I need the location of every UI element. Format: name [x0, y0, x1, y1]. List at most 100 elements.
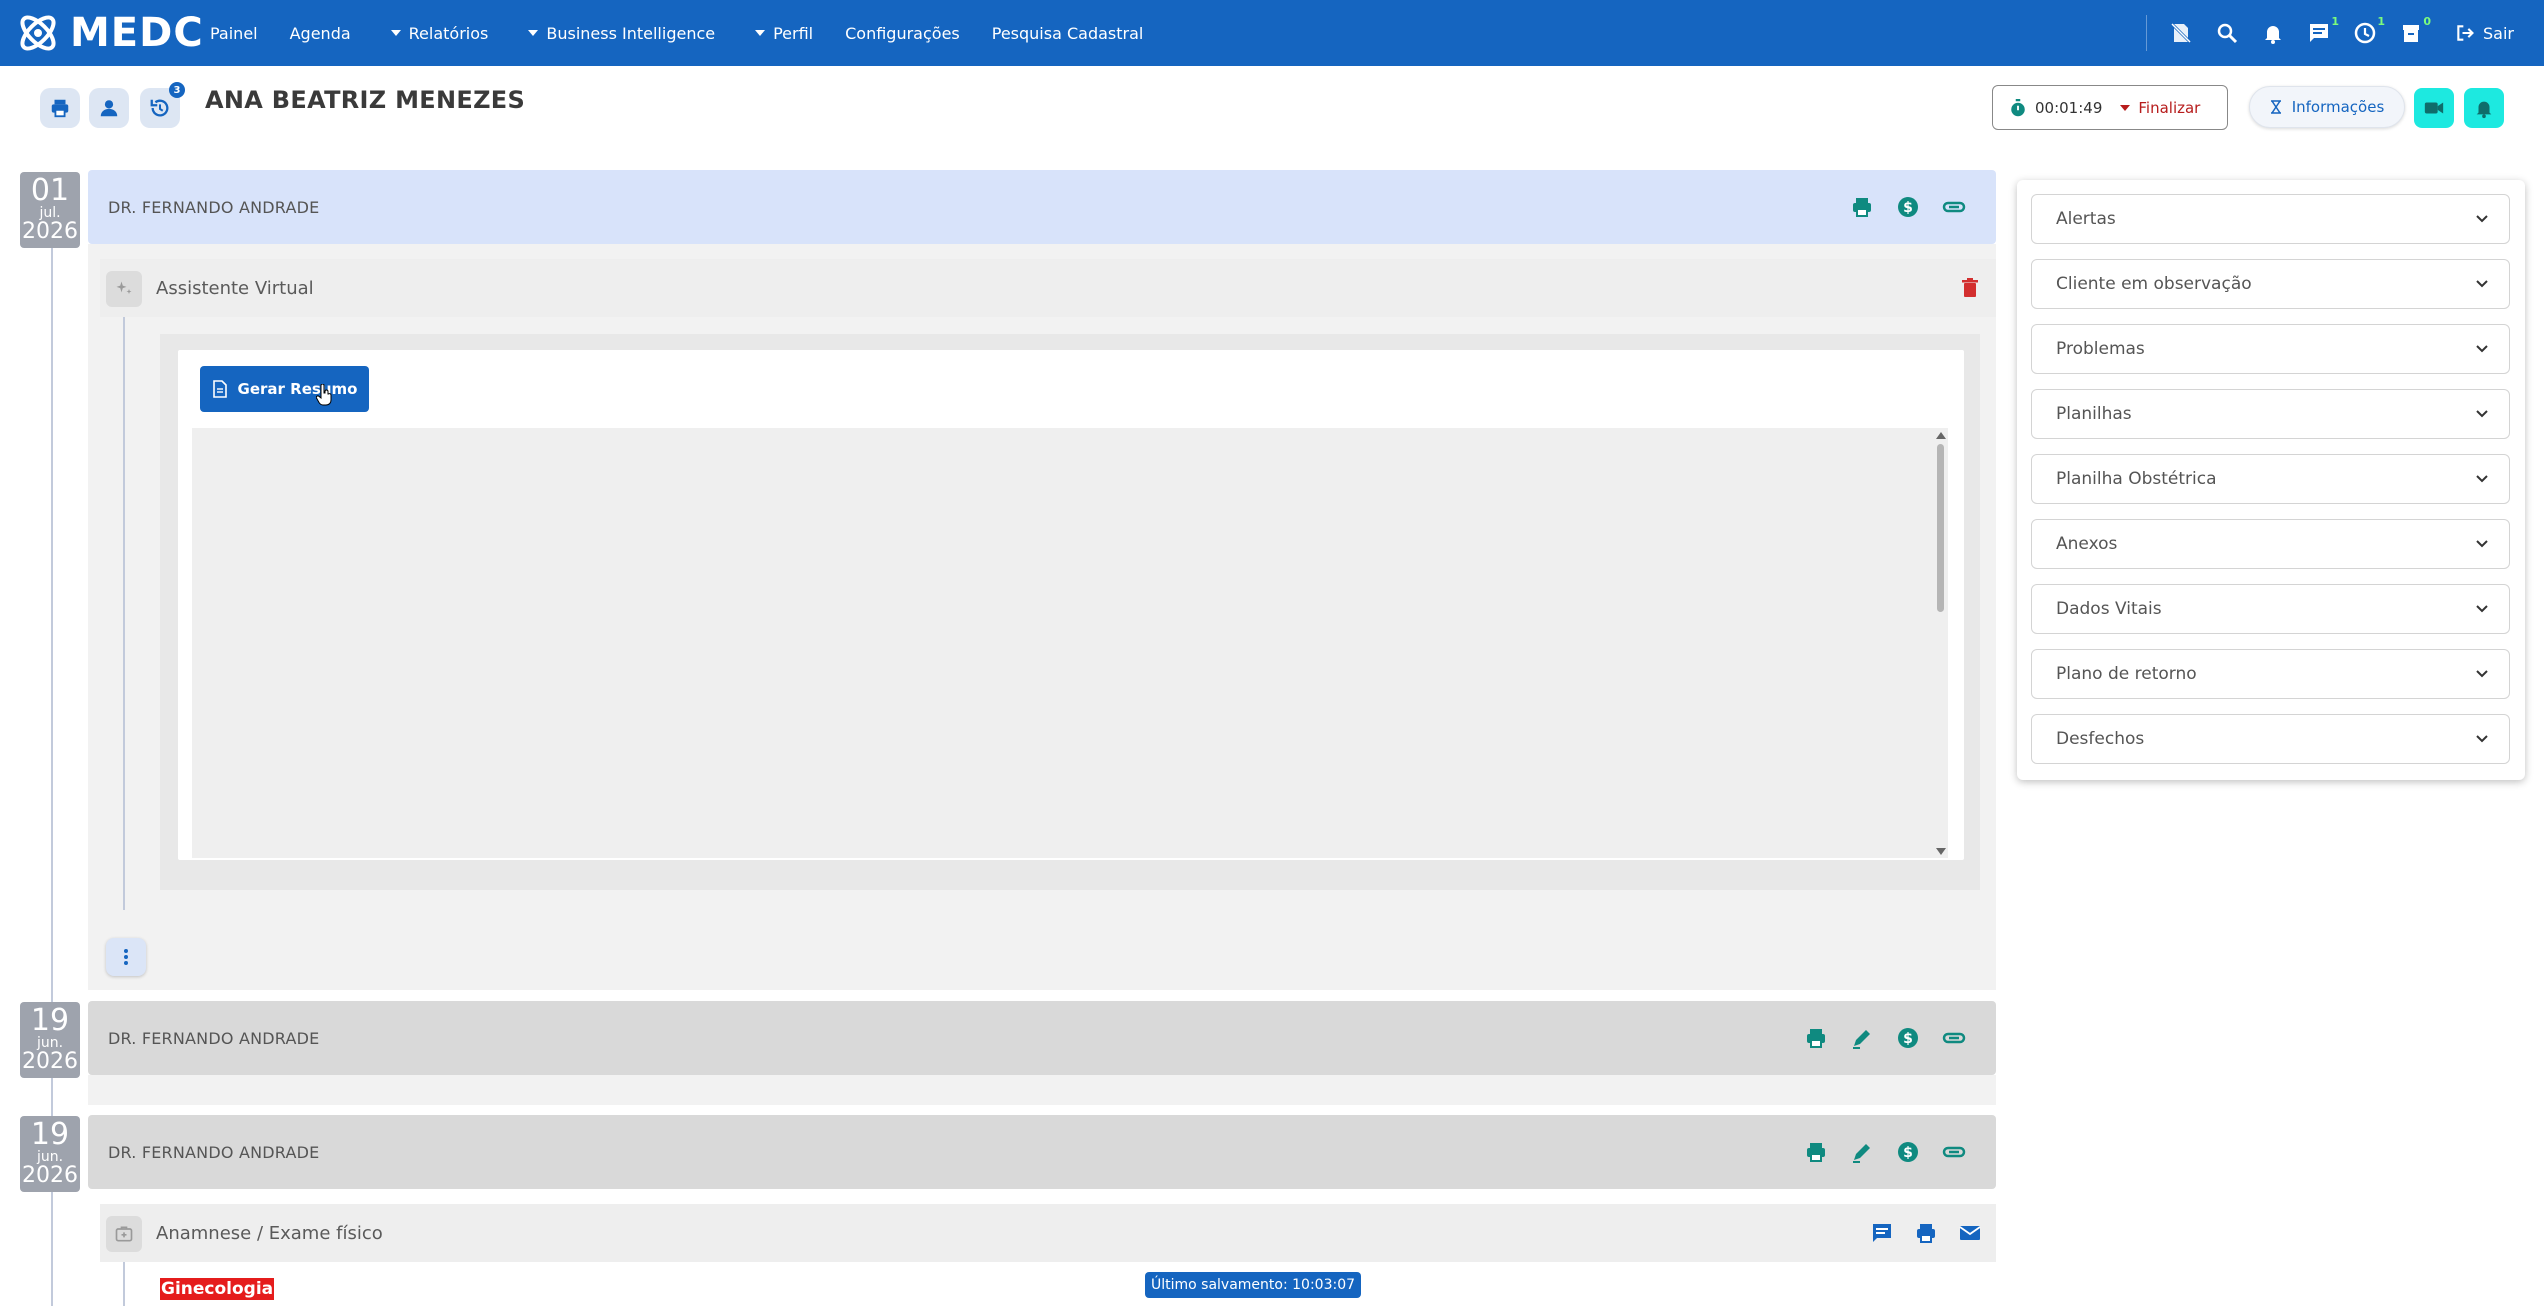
accordion-label: Dados Vitais — [2056, 599, 2162, 619]
date-year: 2026 — [22, 1049, 78, 1074]
edit-icon[interactable] — [1850, 1026, 1874, 1050]
date-badge: 01 jul. 2026 — [20, 172, 80, 248]
caret-down-icon — [2120, 104, 2131, 111]
edit-icon[interactable] — [1850, 1140, 1874, 1164]
doctor-name: DR. FERNANDO ANDRADE — [108, 1142, 320, 1162]
menu-label: Agenda — [289, 23, 351, 43]
trash-icon[interactable] — [1958, 276, 1982, 300]
dollar-icon[interactable]: $ — [1896, 1140, 1920, 1164]
entry-actions: $ — [1804, 1001, 1966, 1075]
section-title: Anamnese / Exame físico — [156, 1222, 383, 1244]
dollar-icon[interactable]: $ — [1896, 195, 1920, 219]
search-icon[interactable] — [2215, 21, 2239, 45]
accordion-item[interactable]: Alertas — [2031, 194, 2510, 244]
scroll-down-arrow-icon[interactable] — [1936, 848, 1946, 855]
accordion-item[interactable]: Cliente em observação — [2031, 259, 2510, 309]
hand-cursor-icon — [316, 384, 332, 406]
accordion-item[interactable]: Problemas — [2031, 324, 2510, 374]
section-actions — [1870, 1204, 1982, 1262]
timeline-entry-header[interactable]: DR. FERNANDO ANDRADE $ — [88, 170, 1996, 244]
section-header-anamnese[interactable]: Anamnese / Exame físico — [100, 1204, 1996, 1262]
chat-icon[interactable]: 1 — [2307, 15, 2339, 45]
privacy-off-icon[interactable] — [2169, 21, 2193, 45]
section-line — [123, 1262, 125, 1306]
attachment-icon[interactable] — [1942, 1140, 1966, 1164]
accordion-item[interactable]: Anexos — [2031, 519, 2510, 569]
accordion-item[interactable]: Planilha Obstétrica — [2031, 454, 2510, 504]
accordion-label: Anexos — [2056, 534, 2118, 554]
stopwatch-icon — [2011, 98, 2025, 116]
notify-button[interactable] — [2464, 88, 2504, 128]
chevron-down-icon — [2476, 670, 2488, 678]
date-year: 2026 — [22, 1163, 78, 1188]
accordion-label: Desfechos — [2056, 729, 2145, 749]
printer-icon[interactable] — [1804, 1026, 1828, 1050]
video-camera-icon — [2424, 102, 2444, 114]
logout-button[interactable]: Sair — [2455, 23, 2514, 43]
last-saved-badge: Último salvamento: 10:03:07 — [1145, 1272, 1362, 1298]
video-call-button[interactable] — [2414, 88, 2454, 128]
timeline-entry-header[interactable]: DR. FERNANDO ANDRADE $ — [88, 1115, 1996, 1189]
more-options-button[interactable] — [106, 938, 146, 976]
menu-relatorios[interactable]: Relatórios — [390, 24, 488, 43]
printer-icon[interactable] — [1914, 1221, 1938, 1245]
section-line — [123, 316, 125, 910]
menu-agenda[interactable]: Agenda — [290, 24, 351, 43]
print-button[interactable] — [40, 88, 80, 128]
accordion-item[interactable]: Planilhas — [2031, 389, 2510, 439]
summary-textarea[interactable] — [192, 428, 1948, 858]
comment-icon[interactable] — [1870, 1221, 1894, 1245]
timeline-entry-header[interactable]: DR. FERNANDO ANDRADE $ — [88, 1001, 1996, 1075]
logout-label: Sair — [2483, 23, 2514, 43]
date-month: jul. — [39, 205, 61, 221]
timeline-entry-body — [88, 1075, 1996, 1105]
generate-summary-button[interactable]: Gerar Resumo — [200, 366, 369, 412]
archive-icon[interactable]: 0 — [2399, 15, 2431, 45]
chevron-down-icon — [2476, 540, 2488, 548]
attachment-icon[interactable] — [1942, 195, 1966, 219]
caret-down-icon — [390, 30, 401, 36]
medc-logo-icon — [20, 15, 56, 51]
menu-pesquisa-cadastral[interactable]: Pesquisa Cadastral — [992, 24, 1144, 43]
chevron-down-icon — [2476, 605, 2488, 613]
dollar-icon[interactable]: $ — [1896, 1026, 1920, 1050]
accordion-item[interactable]: Desfechos — [2031, 714, 2510, 764]
divider — [2146, 15, 2148, 51]
menu-business-intelligence[interactable]: Business Intelligence — [528, 24, 715, 43]
accordion-item[interactable]: Plano de retorno — [2031, 649, 2510, 699]
accordion-item[interactable]: Dados Vitais — [2031, 584, 2510, 634]
date-badge: 19 jun. 2026 — [20, 1002, 80, 1078]
finalize-button[interactable]: Finalizar — [2120, 99, 2200, 117]
clock-icon[interactable]: 1 — [2353, 15, 2385, 45]
chevron-down-icon — [2476, 735, 2488, 743]
finalize-label: Finalizar — [2138, 98, 2201, 117]
chevron-down-icon — [2476, 475, 2488, 483]
menu-configuracoes[interactable]: Configurações — [845, 24, 960, 43]
email-icon[interactable] — [1958, 1221, 1982, 1245]
chevron-down-icon — [2476, 345, 2488, 353]
history-button[interactable]: 3 — [140, 82, 185, 128]
patient-profile-button[interactable] — [89, 88, 129, 128]
information-button[interactable]: Informações — [2249, 86, 2405, 128]
attachment-icon[interactable] — [1942, 1026, 1966, 1050]
scrollbar-thumb[interactable] — [1937, 444, 1944, 612]
menu-label: Painel — [210, 23, 258, 43]
archive-badge: 0 — [2423, 15, 2432, 28]
date-badge: 19 jun. 2026 — [20, 1116, 80, 1192]
app-logo[interactable]: MEDC — [14, 8, 204, 58]
accordion-label: Planilha Obstétrica — [2056, 469, 2217, 489]
clock-badge: 1 — [2377, 15, 2386, 28]
svg-text:$: $ — [1903, 1031, 1913, 1047]
main-menu: Painel Agenda Relatórios Business Intell… — [210, 0, 1175, 66]
scroll-up-arrow-icon[interactable] — [1936, 432, 1946, 439]
menu-painel[interactable]: Painel — [210, 24, 258, 43]
svg-text:$: $ — [1903, 200, 1913, 216]
menu-label: Perfil — [773, 23, 814, 43]
bell-icon[interactable] — [2261, 21, 2285, 45]
doctor-name: DR. FERNANDO ANDRADE — [108, 1028, 320, 1048]
menu-perfil[interactable]: Perfil — [755, 24, 813, 43]
section-header-assistente-virtual[interactable]: Assistente Virtual — [100, 259, 1996, 317]
printer-icon[interactable] — [1804, 1140, 1828, 1164]
printer-icon[interactable] — [1850, 195, 1874, 219]
hourglass-icon — [2270, 100, 2281, 114]
